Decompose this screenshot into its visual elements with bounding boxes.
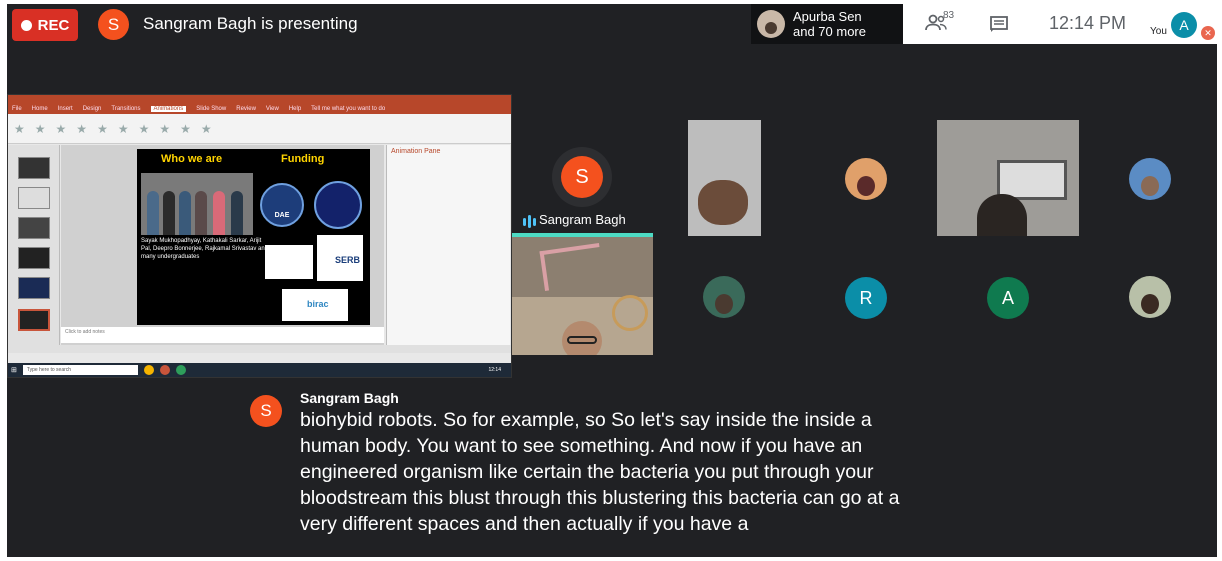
taskbar-clock: 12:14 (488, 367, 501, 373)
ppt-tab: Home (31, 106, 48, 112)
notes-bar: Click to add notes (61, 327, 384, 343)
participant-tile-active-speaker[interactable]: S Sangram Bagh (512, 120, 656, 236)
ppt-ribbon: ★ ★ ★ ★ ★ ★ ★ ★ ★ ★ (8, 114, 511, 144)
chip-line-1: Apurba Sen (793, 9, 862, 24)
participant-photo-avatar[interactable] (703, 276, 745, 318)
speaker-name: Sangram Bagh (539, 212, 626, 227)
animation-pane: Animation Pane (386, 145, 510, 345)
ppt-tab: Slide Show (196, 106, 227, 112)
meet-window: REC S Sangram Bagh is presenting Apurba … (7, 4, 1217, 557)
caption-line: engineered organism like certain the bac… (300, 461, 874, 483)
participant-photo-avatar[interactable] (845, 158, 887, 200)
participant-tile-video[interactable] (937, 120, 1079, 236)
windows-icon: ⊞ (11, 367, 17, 374)
effect-star-icon: ★ (34, 121, 46, 136)
effect-star-icon: ★ (200, 121, 212, 136)
you-label: You (1150, 26, 1167, 37)
participants-chip[interactable]: Apurba Sen and 70 more (751, 4, 903, 44)
caption-speaker-name: Sangram Bagh (300, 390, 399, 406)
effect-star-icon: ★ (97, 121, 108, 136)
ppt-title-bar (8, 95, 511, 104)
caption-line: biohybid robots. So for example, so So l… (300, 409, 872, 431)
ceiling-fan (612, 295, 648, 331)
slide-thumb (18, 217, 50, 239)
effect-star-icon: ★ (138, 121, 150, 136)
team-photo (141, 173, 253, 235)
ppt-tab-active: Animations (150, 106, 187, 112)
funding-logo (314, 181, 362, 229)
slide-thumb (18, 187, 50, 209)
people-count: 83 (943, 10, 955, 21)
participant-tile-video[interactable] (688, 120, 761, 236)
caption-line: very different spaces and then actually … (300, 513, 749, 535)
animation-pane-title: Animation Pane (391, 148, 441, 155)
ppt-status-bar (8, 345, 511, 353)
ppt-tab: Tell me what you want to do (311, 106, 386, 112)
taskbar-search: Type here to search (22, 365, 138, 375)
participant-tile-camera[interactable] (512, 237, 653, 355)
slide-thumb (18, 157, 50, 179)
ppt-tab: Review (236, 106, 256, 112)
presenter-avatar: S (98, 9, 129, 40)
presenting-label: Sangram Bagh is presenting (143, 14, 358, 33)
windows-taskbar: ⊞ Type here to search 12:14 (8, 363, 511, 377)
ppt-tab: File (12, 106, 22, 112)
participant-avatar-a[interactable]: A (987, 277, 1029, 319)
effect-star-icon: ★ (55, 121, 67, 136)
self-avatar[interactable]: A (1171, 12, 1197, 38)
participant-photo-avatar[interactable] (1129, 158, 1171, 200)
participant-photo-avatar (757, 10, 785, 38)
mic-off-icon: ✕ (1201, 26, 1215, 40)
current-slide: Who we are Funding DAE Sayak Mukhopadhya… (137, 149, 370, 325)
rec-label: REC (37, 16, 70, 34)
powerpoint-icon (159, 365, 170, 375)
slide-heading-left: Who we are (161, 153, 223, 165)
slide-thumb (18, 247, 50, 269)
caption-line: bloodstream this blust through this blus… (300, 487, 900, 509)
slide-thumbnails (8, 145, 60, 345)
speaking-icon (523, 215, 536, 228)
serb-label: SERB (335, 255, 361, 265)
ppt-tab: View (265, 106, 279, 112)
ppt-tab: Transitions (111, 106, 141, 112)
effect-star-icon: ★ (180, 121, 191, 136)
slide-heading-right: Funding (281, 153, 325, 165)
team-names: Sayak Mukhopadhyay, Kathakali Sarkar, Ar… (141, 238, 269, 260)
caption-line: human body. You want to see something. A… (300, 435, 863, 457)
slide-thumb (18, 277, 50, 299)
app-icon (175, 365, 186, 375)
ppt-tab: Design (82, 106, 102, 112)
caption-speaker-avatar: S (250, 395, 282, 427)
chip-line-2: and 70 more (793, 24, 866, 39)
chat-icon[interactable] (989, 15, 1009, 38)
participant-photo-avatar[interactable] (1129, 276, 1171, 318)
participant-avatar-r[interactable]: R (845, 277, 887, 319)
effect-star-icon: ★ (14, 121, 25, 136)
ppt-ribbon-tabs: File Home Insert Design Transitions Anim… (8, 104, 511, 114)
record-dot-icon (20, 19, 32, 31)
govt-logo (265, 245, 313, 279)
effect-star-icon: ★ (159, 121, 171, 136)
chrome-icon (143, 365, 154, 375)
clock: 12:14 PM (1049, 13, 1127, 33)
effect-star-icon: ★ (117, 121, 129, 136)
ppt-tab: Insert (57, 106, 73, 112)
dae-logo: DAE (260, 183, 304, 227)
birac-label: birac (307, 299, 329, 309)
shared-screen[interactable]: File Home Insert Design Transitions Anim… (7, 94, 512, 378)
slide-thumb-selected (18, 309, 50, 331)
recording-indicator[interactable]: REC (12, 9, 78, 41)
ppt-tab: Help (288, 106, 302, 112)
speaker-avatar: S (552, 147, 612, 207)
effect-star-icon: ★ (76, 121, 88, 136)
slide-canvas: Who we are Funding DAE Sayak Mukhopadhya… (61, 145, 384, 345)
